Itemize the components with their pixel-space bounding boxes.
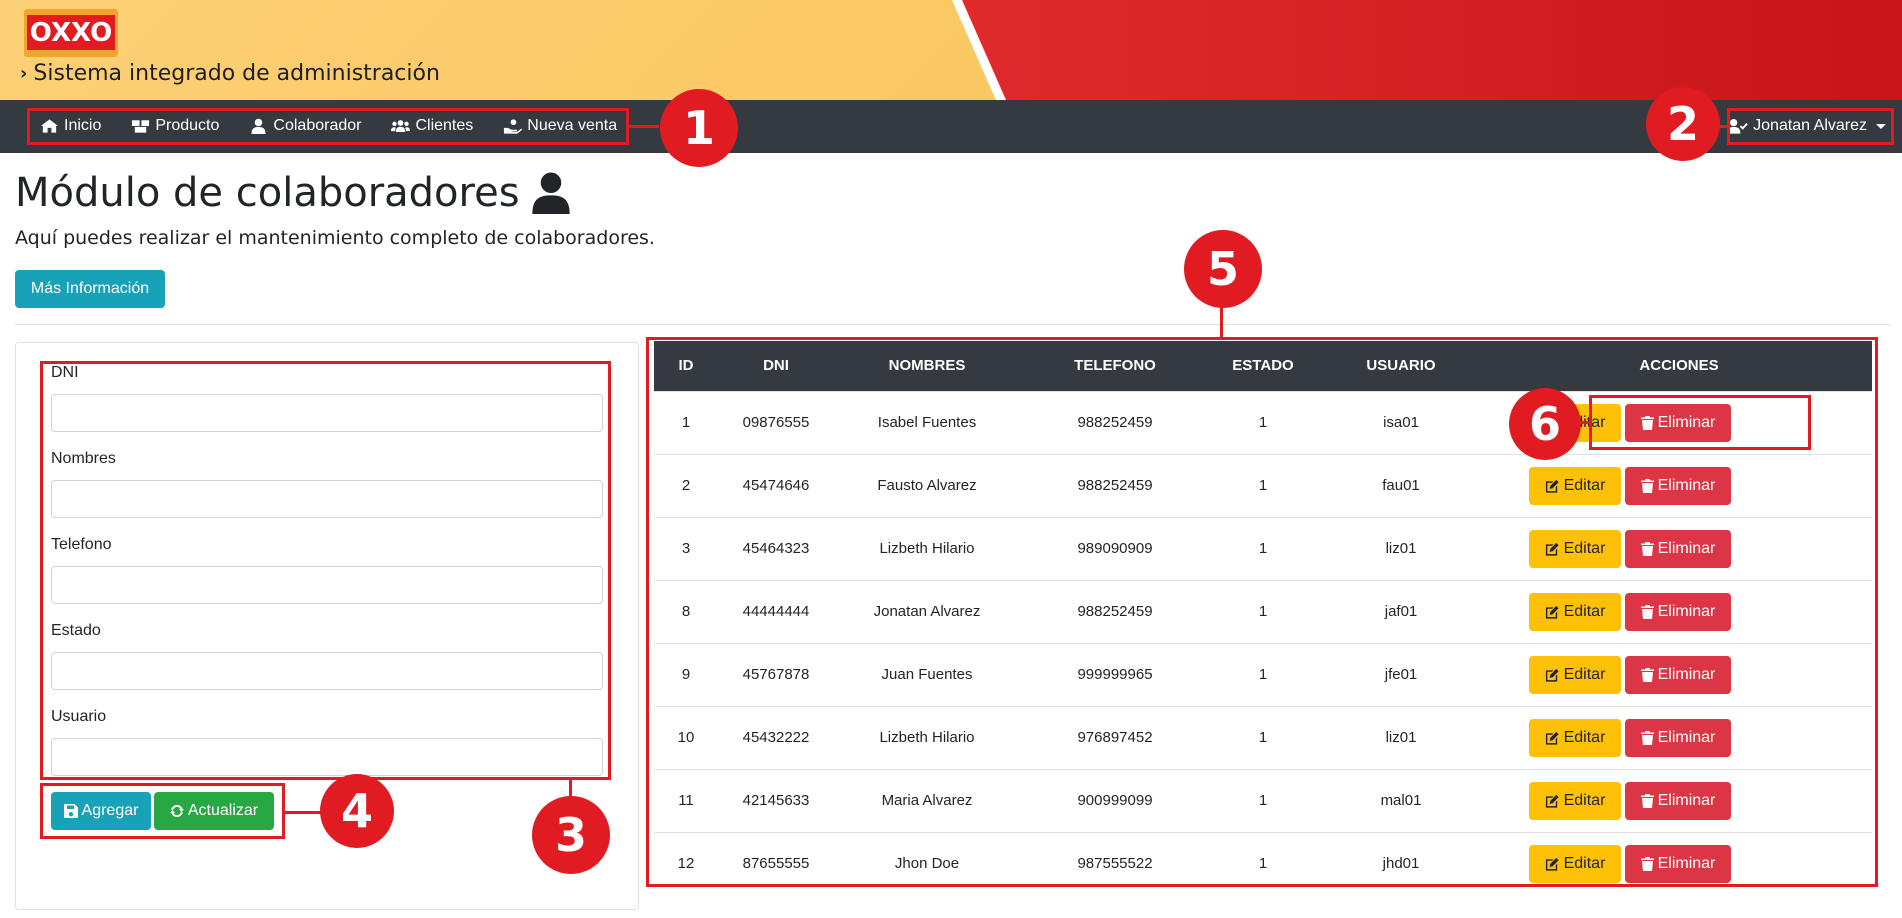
annotation-box-buttons (40, 783, 285, 839)
oxxo-logo: OXXO (24, 9, 118, 57)
annotation-badge-4: 4 (320, 774, 394, 848)
user-icon (531, 172, 570, 214)
annotation-box-user (1727, 108, 1894, 145)
page-title: Módulo de colaboradores (15, 170, 570, 216)
page-title-text: Módulo de colaboradores (15, 170, 520, 216)
system-title-text: Sistema integrado de administración (33, 61, 440, 86)
logo-text: OXXO (29, 17, 113, 48)
chevron-right-icon: › (20, 63, 28, 84)
divider (15, 324, 1891, 325)
annotation-box-actions (1589, 395, 1811, 450)
more-info-button[interactable]: Más Información (15, 270, 165, 308)
header-banner: OXXO › Sistema integrado de administraci… (0, 0, 1902, 100)
system-title: › Sistema integrado de administración (20, 61, 440, 86)
annotation-connector (629, 125, 659, 128)
annotation-badge-6: 6 (1509, 388, 1581, 460)
annotation-badge-3: 3 (532, 796, 610, 874)
annotation-box-form (40, 361, 611, 780)
annotation-badge-1: 1 (660, 89, 738, 167)
annotation-badge-2: 2 (1646, 87, 1720, 161)
page-description: Aquí puedes realizar el mantenimiento co… (15, 227, 655, 249)
annotation-connector (285, 811, 321, 814)
annotation-badge-5: 5 (1184, 230, 1262, 308)
annotation-box-nav (27, 108, 629, 145)
